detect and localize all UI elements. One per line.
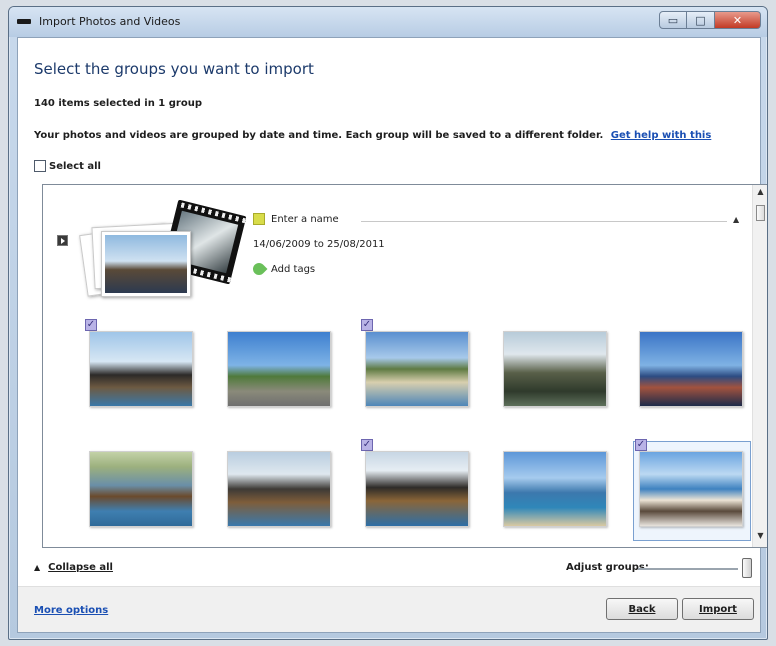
group-thumbnail-stack: [77, 199, 247, 297]
scrollbar-thumb[interactable]: [756, 205, 765, 221]
info-text: Your photos and videos are grouped by da…: [34, 130, 711, 141]
photo-image: [365, 331, 469, 407]
photo-thumbnail[interactable]: [227, 331, 335, 411]
select-all-checkbox[interactable]: Select all: [34, 160, 101, 172]
group-name-placeholder: Enter a name: [271, 213, 339, 225]
photo-image: [227, 451, 331, 527]
photo-thumbnail[interactable]: ✓: [85, 319, 197, 411]
group-name-field[interactable]: Enter a name: [253, 213, 339, 225]
play-triangle-icon[interactable]: [57, 235, 68, 246]
close-button[interactable]: ✕: [715, 11, 761, 29]
add-tags-label: Add tags: [271, 263, 316, 275]
page-title: Select the groups you want to import: [34, 60, 314, 78]
photo-image: [503, 331, 607, 407]
window-title: Import Photos and Videos: [39, 15, 181, 28]
import-window: Import Photos and Videos ▭ □ ✕ Select th…: [8, 6, 768, 640]
chevron-up-icon[interactable]: ▲: [733, 215, 739, 224]
pencil-tag-icon: [253, 213, 265, 225]
select-all-check-icon[interactable]: [34, 160, 46, 172]
close-icon: ✕: [732, 13, 743, 27]
add-tags-link[interactable]: Add tags: [250, 260, 316, 278]
select-all-label: Select all: [49, 160, 101, 172]
adjust-groups-slider-thumb[interactable]: [742, 558, 752, 578]
maximize-button[interactable]: □: [687, 11, 715, 29]
collapse-all-label: Collapse all: [48, 562, 113, 573]
collapse-all-button[interactable]: ▲ Collapse all: [34, 562, 113, 573]
photo-thumbnail[interactable]: ✓: [361, 439, 473, 531]
photo-image: [503, 451, 607, 527]
photo-image: [365, 451, 469, 527]
photo-image: [227, 331, 331, 407]
maximize-icon: □: [695, 13, 706, 27]
info-description: Your photos and videos are grouped by da…: [34, 130, 604, 141]
chevron-up-small-icon: ▲: [34, 563, 41, 572]
group-divider: [361, 221, 727, 222]
photo-checkbox[interactable]: ✓: [361, 319, 373, 331]
adjust-groups-slider-track[interactable]: [638, 568, 738, 570]
app-icon: [17, 19, 31, 24]
more-options-link[interactable]: More options: [34, 605, 108, 616]
photo-thumbnail[interactable]: ✓: [361, 319, 473, 411]
adjust-groups-label: Adjust groups:: [566, 562, 649, 573]
photo-checkbox[interactable]: ✓: [361, 439, 373, 451]
group-date-range: 14/06/2009 to 25/08/2011: [253, 239, 385, 250]
photo-thumbnail[interactable]: [639, 331, 747, 411]
photo-thumbnail[interactable]: [227, 451, 335, 531]
groups-list[interactable]: Enter a name ▲ 14/06/2009 to 25/08/2011 …: [42, 184, 767, 548]
list-footer: ▲ Collapse all Adjust groups:: [18, 548, 760, 588]
selection-count: 140 items selected in 1 group: [34, 98, 202, 109]
photo-thumbnail[interactable]: ✓: [633, 439, 751, 541]
back-button[interactable]: Back: [606, 598, 678, 620]
photo-thumbnail[interactable]: [89, 451, 197, 531]
photo-image: [89, 451, 193, 527]
tag-icon: [250, 260, 268, 278]
photo-checkbox[interactable]: ✓: [635, 439, 647, 451]
command-bar: More options Back Import: [18, 586, 760, 632]
scroll-up-icon[interactable]: ▲: [753, 187, 767, 201]
minimize-button[interactable]: ▭: [659, 11, 687, 29]
scroll-down-icon[interactable]: ▼: [753, 531, 767, 545]
import-button[interactable]: Import: [682, 598, 754, 620]
photo-image: [89, 331, 193, 407]
photo-image: [639, 451, 743, 527]
photo-thumbnail[interactable]: [503, 331, 611, 411]
minimize-icon: ▭: [667, 13, 679, 27]
vertical-scrollbar[interactable]: ▲ ▼: [752, 185, 767, 547]
photo-thumbnail[interactable]: [503, 451, 611, 531]
help-link[interactable]: Get help with this: [611, 130, 712, 141]
title-bar[interactable]: Import Photos and Videos ▭ □ ✕: [9, 7, 767, 37]
photo-image: [639, 331, 743, 407]
photo-checkbox[interactable]: ✓: [85, 319, 97, 331]
dialog-content: Select the groups you want to import 140…: [17, 37, 767, 633]
window-controls: ▭ □ ✕: [659, 11, 761, 29]
